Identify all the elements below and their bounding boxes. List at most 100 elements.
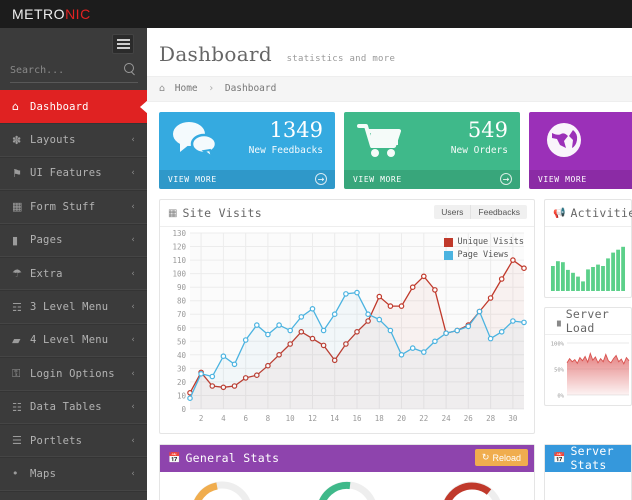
chevron-left-icon: ‹: [131, 368, 135, 379]
server-load-chart[interactable]: 100% 50% 0%: [545, 335, 631, 405]
sidebar-item-login-options[interactable]: ⚿ Login Options ‹: [0, 357, 147, 391]
main-content: Dashboard statistics and more ⌂ Home › D…: [147, 28, 632, 500]
svg-text:100%: 100%: [551, 342, 565, 348]
svg-text:90: 90: [177, 283, 187, 292]
view-more-label: VIEW MORE: [168, 175, 217, 184]
general-stats-panel: 📅 General Stats ↻ Reload: [159, 444, 535, 500]
sidebar-item-label: Extra: [30, 267, 63, 280]
sidebar-item-maps[interactable]: • Maps ‹: [0, 457, 147, 491]
chevron-left-icon: ‹: [131, 168, 135, 179]
megaphone-icon: 📢: [553, 207, 566, 219]
stat-card-label: New Feedbacks: [248, 145, 323, 156]
globe-icon: [542, 120, 586, 160]
sidebar-item-dashboard[interactable]: ⌂ Dashboard: [0, 90, 148, 124]
file-icon: ☰: [12, 434, 23, 448]
chevron-left-icon: ‹: [131, 268, 135, 279]
search-box: [10, 61, 138, 83]
page-subtitle: statistics and more: [286, 54, 396, 64]
svg-text:10: 10: [286, 414, 296, 423]
svg-text:20: 20: [397, 414, 407, 423]
activities-chart[interactable]: [545, 227, 631, 297]
chevron-left-icon: ‹: [131, 335, 135, 346]
sidebar-item-ui-features[interactable]: ⚑ UI Features ‹: [0, 156, 147, 191]
sidebar-item-layouts[interactable]: ✽ Layouts ‹: [0, 123, 147, 157]
activities-bar-svg: [551, 246, 625, 291]
svg-text:50%: 50%: [554, 368, 565, 374]
svg-text:0: 0: [181, 405, 186, 414]
chevron-left-icon: ‹: [131, 402, 135, 413]
svg-text:100: 100: [172, 270, 186, 279]
dashboard-page: METRONIC ⌂ Dashboard ✽ Layouts ‹ ⚑ UI Features…: [0, 0, 632, 500]
stat-card-0[interactable]: 1349 New Feedbacks VIEW MORE →: [159, 112, 335, 189]
hamburger-icon[interactable]: [112, 34, 134, 54]
breadcrumb-separator: ›: [208, 83, 215, 94]
activities-title: Activities: [570, 206, 632, 220]
sidebar: ⌂ Dashboard ✽ Layouts ‹ ⚑ UI Features ‹ ▦ Form St…: [0, 28, 148, 500]
sidebar-item-label: Login Options: [30, 367, 115, 380]
stat-cards-row: 1349 New Feedbacks VIEW MORE → 549 New Orders…: [147, 102, 632, 189]
stat-card-body: 549 New Orders: [344, 112, 520, 170]
sidebar-item-pages[interactable]: ▮ Pages ‹: [0, 223, 147, 257]
server-load-panel: ▗ Server Load 100% 50% 0%: [544, 307, 632, 406]
sidebar-item-label: 4 Level Menu: [30, 334, 109, 347]
svg-text:0%: 0%: [557, 394, 564, 400]
stat-card-footer[interactable]: VIEW MORE→: [529, 170, 632, 189]
page-header: Dashboard statistics and more: [147, 28, 632, 66]
legend-swatch-page-views: [444, 250, 454, 260]
svg-text:26: 26: [464, 414, 474, 423]
sidebar-menu: ⌂ Dashboard ✽ Layouts ‹ ⚑ UI Features ‹ ▦ Form St…: [0, 90, 148, 500]
sidebar-top: [0, 28, 147, 90]
sitemap-icon: ☶: [12, 300, 23, 314]
map-marker-icon: •: [12, 467, 19, 481]
sidebar-item-4-level-menu[interactable]: ▰ 4 Level Menu ‹: [0, 323, 147, 358]
chevron-left-icon: ‹: [131, 468, 135, 479]
briefcase-icon: ▮: [12, 233, 19, 247]
gift-icon: ☂: [12, 267, 23, 281]
activities-panel: 📢 Activities: [544, 199, 632, 298]
site-visits-panel: ▦ Site Visits Users Feedbacks Unique Vis…: [159, 199, 535, 434]
stat-card-body: [529, 112, 632, 170]
search-icon[interactable]: [124, 63, 136, 75]
svg-text:80: 80: [177, 297, 187, 306]
svg-text:12: 12: [308, 414, 317, 423]
svg-text:70: 70: [177, 310, 187, 319]
sidebar-item-visual-charts[interactable]: █Visual Charts: [0, 490, 147, 500]
stat-card-footer[interactable]: VIEW MORE→: [344, 170, 520, 189]
svg-text:8: 8: [266, 414, 271, 423]
svg-text:30: 30: [508, 414, 518, 423]
breadcrumb-home-link[interactable]: Home: [175, 83, 198, 94]
side-charts-column: 📢 Activities ▗ Server Load 100% 50% 0%: [544, 199, 632, 434]
stat-card-label: New Orders: [450, 145, 508, 156]
sidebar-item-label: Form Stuff: [30, 200, 96, 213]
arrow-right-circle-icon[interactable]: →: [500, 173, 512, 185]
sidebar-item-data-tables[interactable]: ☷ Data Tables ‹: [0, 390, 147, 424]
reload-button[interactable]: ↻ Reload: [474, 449, 528, 466]
sidebar-item-label: Data Tables: [30, 401, 102, 414]
table-icon: ▦: [12, 200, 23, 214]
sidebar-item-3-level-menu[interactable]: ☶ 3 Level Menu ‹: [0, 290, 147, 324]
toggle-feedbacks[interactable]: Feedbacks: [470, 205, 527, 219]
calendar-icon: 📅: [553, 452, 566, 464]
sidebar-item-label: Dashboard: [30, 100, 89, 113]
svg-text:20: 20: [177, 378, 187, 387]
chevron-left-icon: ‹: [131, 235, 135, 246]
stat-card-2[interactable]: VIEW MORE→: [529, 112, 632, 189]
search-input[interactable]: [10, 61, 118, 79]
sidebar-item-form-stuff[interactable]: ▦ Form Stuff ‹: [0, 190, 147, 224]
stat-card-1[interactable]: 549 New Orders VIEW MORE →: [344, 112, 520, 189]
server-load-area-svg: 100% 50% 0%: [551, 342, 630, 400]
sidebar-item-label: 3 Level Menu: [30, 301, 109, 314]
arrow-right-circle-icon[interactable]: →: [315, 173, 327, 185]
app-logo[interactable]: METRONIC: [12, 6, 91, 22]
gears-icon: ✽: [12, 133, 22, 147]
chevron-left-icon: ‹: [131, 201, 135, 212]
stat-card-footer[interactable]: VIEW MORE →: [159, 170, 335, 189]
svg-text:16: 16: [352, 414, 362, 423]
site-visits-chart[interactable]: Unique Visits Page Views 0 10 20 30 40 50 60 70…: [160, 227, 534, 433]
site-visits-title: Site Visits: [182, 206, 262, 220]
legend-label-unique-visits: Unique Visits: [457, 237, 524, 247]
toggle-users[interactable]: Users: [434, 205, 470, 219]
sidebar-item-extra[interactable]: ☂ Extra ‹: [0, 256, 147, 291]
stat-card-body: 1349 New Feedbacks: [159, 112, 335, 170]
sidebar-item-portlets[interactable]: ☰ Portlets ‹: [0, 423, 147, 458]
